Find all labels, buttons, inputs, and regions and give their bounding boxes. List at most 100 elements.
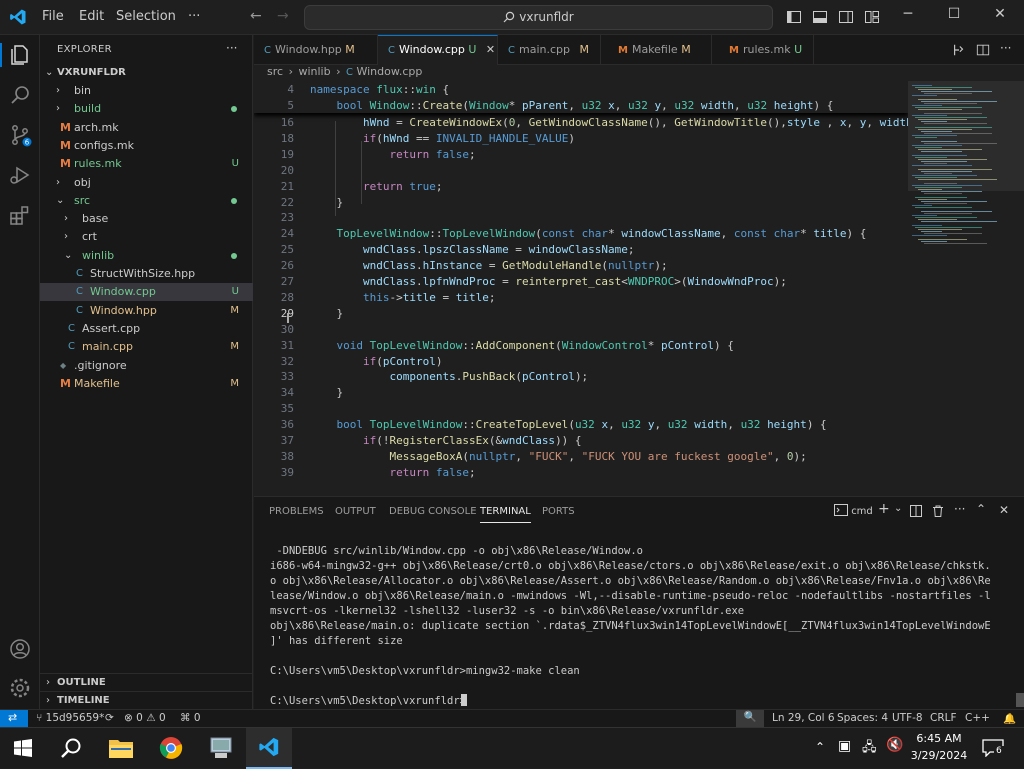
editor-more-icon[interactable]: ··· bbox=[1000, 41, 1011, 55]
taskbar-file-explorer[interactable] bbox=[98, 728, 144, 769]
open-changes-icon[interactable] bbox=[952, 43, 966, 57]
breadcrumb-src[interactable]: src bbox=[267, 65, 283, 78]
ports-status[interactable]: ⌘ 0 bbox=[180, 712, 201, 724]
taskbar-vscode[interactable] bbox=[246, 728, 292, 769]
toggle-panel-icon[interactable] bbox=[812, 9, 828, 25]
minimap-line bbox=[924, 243, 987, 244]
split-terminal-icon[interactable] bbox=[910, 505, 922, 517]
toggle-secondary-sidebar-icon[interactable] bbox=[838, 9, 854, 25]
chevron-down-icon[interactable]: ⌄ bbox=[894, 503, 902, 514]
tree-item[interactable]: › build bbox=[40, 100, 253, 118]
zoom-icon[interactable]: 🔍 bbox=[736, 710, 764, 727]
close-window-icon[interactable]: ✕ bbox=[977, 6, 1023, 22]
close-tab-icon[interactable]: ✕ bbox=[486, 43, 495, 56]
tree-item[interactable]: Mrules.mk U bbox=[40, 155, 253, 173]
search-icon[interactable] bbox=[8, 83, 32, 107]
accounts-icon[interactable] bbox=[8, 637, 32, 661]
cursor-position[interactable]: Ln 29, Col 6 bbox=[772, 712, 835, 724]
tree-item[interactable]: Cmain.cpp M bbox=[40, 338, 253, 356]
outline-section[interactable]: › OUTLINE bbox=[40, 673, 253, 692]
indentation[interactable]: Spaces: 4 bbox=[837, 712, 888, 724]
panel-more-icon[interactable]: ··· bbox=[954, 502, 965, 516]
tab-window-cpp[interactable]: C Window.cpp U ✕ bbox=[378, 35, 498, 65]
clock-date[interactable]: 3/29/2024 bbox=[910, 749, 968, 762]
explorer-files-icon[interactable] bbox=[8, 43, 32, 67]
timeline-section[interactable]: › TIMELINE bbox=[40, 691, 253, 709]
menu-file[interactable]: File bbox=[42, 9, 64, 24]
panel-tab-output[interactable]: OUTPUT bbox=[335, 506, 376, 517]
panel-tab-terminal[interactable]: TERMINAL bbox=[480, 506, 531, 523]
tree-item[interactable]: › bin bbox=[40, 82, 253, 100]
menu-edit[interactable]: Edit bbox=[79, 9, 104, 24]
tree-item[interactable]: › base bbox=[40, 210, 253, 228]
tree-item[interactable]: ◆ .gitignore bbox=[40, 357, 253, 375]
command-center-search[interactable]: vxrunfldr bbox=[304, 5, 773, 30]
menu-selection[interactable]: Selection bbox=[116, 9, 176, 24]
tree-item[interactable]: ⌄ winlib bbox=[40, 247, 253, 265]
line-number: 19 bbox=[280, 147, 294, 161]
split-editor-icon[interactable] bbox=[976, 43, 990, 57]
maximize-panel-icon[interactable]: ⌃ bbox=[976, 502, 986, 516]
maximize-icon[interactable]: ☐ bbox=[931, 6, 977, 22]
terminal-scrollbar[interactable] bbox=[1016, 693, 1024, 707]
breadcrumb-file[interactable]: Window.cpp bbox=[356, 65, 422, 78]
explorer-more-button[interactable]: ··· bbox=[226, 41, 237, 55]
source-control-icon[interactable]: 6 bbox=[8, 123, 32, 147]
notifications-bell-icon[interactable]: 🔔 bbox=[1003, 712, 1016, 725]
tree-item[interactable]: March.mk bbox=[40, 119, 253, 137]
volume-muted-icon[interactable]: 🔇 bbox=[886, 737, 903, 753]
problems-status[interactable]: ⊗ 0 ⚠ 0 bbox=[124, 712, 166, 724]
menu-more[interactable]: ··· bbox=[188, 9, 200, 24]
minimap-line bbox=[924, 193, 962, 194]
settings-gear-icon[interactable] bbox=[8, 676, 32, 700]
tab-main-cpp[interactable]: Cmain.cpp M bbox=[498, 35, 601, 65]
tree-item[interactable]: ⌄ src bbox=[40, 192, 253, 210]
extensions-icon[interactable] bbox=[8, 203, 32, 227]
run-debug-icon[interactable] bbox=[8, 163, 32, 187]
breadcrumb-winlib[interactable]: winlib bbox=[298, 65, 330, 78]
tree-item[interactable]: M Makefile M bbox=[40, 375, 253, 393]
tree-item[interactable]: C Assert.cpp bbox=[40, 320, 253, 338]
panel-tab-ports[interactable]: PORTS bbox=[542, 506, 575, 517]
start-button[interactable] bbox=[0, 728, 46, 769]
tree-item[interactable]: Mconfigs.mk bbox=[40, 137, 253, 155]
back-arrow-icon[interactable]: ← bbox=[250, 8, 262, 24]
tree-item[interactable]: C StructWithSize.hpp bbox=[40, 265, 253, 283]
tab-rules-mk[interactable]: Mrules.mk U bbox=[719, 35, 814, 65]
taskbar-chrome[interactable] bbox=[148, 728, 194, 769]
toggle-primary-sidebar-icon[interactable] bbox=[786, 9, 802, 25]
minimize-icon[interactable]: ─ bbox=[885, 6, 931, 22]
tab-window-hpp[interactable]: C Window.hpp M bbox=[254, 35, 378, 65]
trash-icon[interactable] bbox=[932, 505, 944, 517]
tab-makefile[interactable]: M Makefile M bbox=[608, 35, 712, 65]
encoding[interactable]: UTF-8 bbox=[892, 712, 923, 724]
tree-item[interactable]: › obj bbox=[40, 174, 253, 192]
tree-item[interactable]: C Window.cpp U bbox=[40, 283, 253, 302]
sync-icon[interactable]: ⟳ bbox=[105, 712, 114, 724]
clock-time[interactable]: 6:45 AM bbox=[914, 732, 964, 745]
vscode-logo-icon[interactable] bbox=[9, 8, 27, 26]
end-of-line[interactable]: CRLF bbox=[930, 712, 957, 724]
taskbar-app[interactable] bbox=[198, 728, 244, 769]
remote-indicator[interactable]: ⇄ bbox=[0, 710, 28, 727]
new-terminal-icon[interactable]: + bbox=[878, 501, 890, 517]
close-panel-icon[interactable]: ✕ bbox=[999, 503, 1009, 517]
security-icon[interactable]: ▣ bbox=[838, 738, 851, 754]
panel-tab-problems[interactable]: PROBLEMS bbox=[269, 506, 324, 517]
language-mode[interactable]: C++ bbox=[965, 712, 990, 724]
code-editor[interactable]: 4 namespace flux::win {5 bool Window::Cre… bbox=[254, 81, 908, 496]
tree-item[interactable]: › crt bbox=[40, 228, 253, 246]
terminal-shell-selector[interactable]: cmd bbox=[834, 504, 874, 520]
forward-arrow-icon[interactable]: → bbox=[277, 8, 289, 24]
action-center-button[interactable]: 6 bbox=[978, 734, 1008, 762]
customize-layout-icon[interactable] bbox=[864, 9, 880, 25]
tree-item[interactable]: C Window.hpp M bbox=[40, 302, 253, 320]
branch-status[interactable]: ⑂ 15d95659* bbox=[36, 712, 104, 724]
network-icon[interactable]: 🖧 bbox=[862, 738, 877, 760]
minimap[interactable] bbox=[908, 81, 1024, 496]
panel-tab-debug-console[interactable]: DEBUG CONSOLE bbox=[389, 506, 477, 517]
show-hidden-icons[interactable]: ⌃ bbox=[815, 740, 825, 754]
workspace-root[interactable]: ⌄ VXRUNFLDR bbox=[40, 64, 253, 82]
taskbar-search[interactable] bbox=[48, 728, 94, 769]
tree-item-label: rules.mk bbox=[74, 157, 122, 171]
